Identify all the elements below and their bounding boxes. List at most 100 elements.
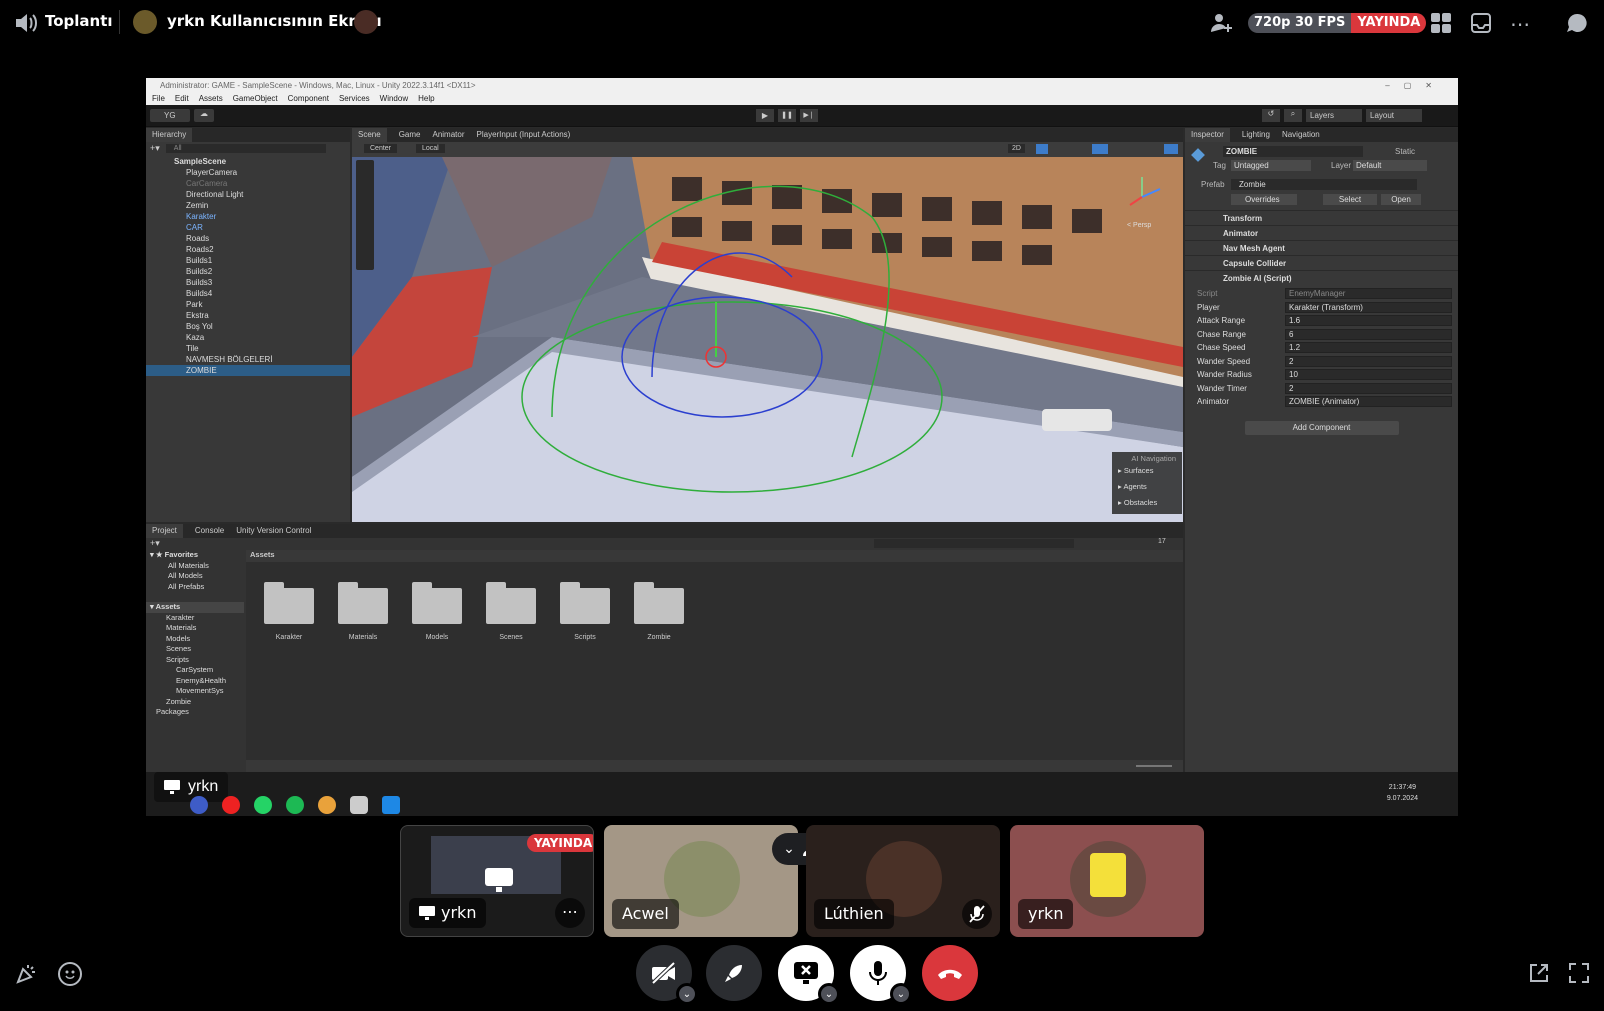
- tree-enemy-health[interactable]: Enemy&Health: [146, 676, 244, 687]
- space-dropdown[interactable]: Local: [416, 144, 445, 153]
- layer-dropdown[interactable]: Default: [1353, 160, 1427, 171]
- step-icon[interactable]: ▶❘: [800, 109, 818, 122]
- folder-icon[interactable]: [634, 582, 684, 624]
- ai-nav-agents[interactable]: ▸ Agents: [1118, 482, 1176, 491]
- tree-movementsys[interactable]: MovementSys: [146, 686, 244, 697]
- window-controls[interactable]: –▢✕: [1385, 78, 1446, 93]
- tree-carsystem[interactable]: CarSystem: [146, 665, 244, 676]
- figma-icon[interactable]: [318, 796, 336, 814]
- component-header[interactable]: Animator: [1185, 225, 1458, 240]
- component-header[interactable]: Transform: [1185, 210, 1458, 225]
- add-people-icon[interactable]: [1209, 12, 1233, 34]
- hierarchy-item[interactable]: PlayerCamera: [146, 167, 350, 178]
- menu-help[interactable]: Help: [418, 93, 434, 105]
- hierarchy-item[interactable]: Roads2: [146, 244, 350, 255]
- more-options-icon[interactable]: ⋯: [1510, 12, 1531, 36]
- scene-viewport[interactable]: [352, 157, 1183, 522]
- menu-window[interactable]: Window: [380, 93, 408, 105]
- component-header[interactable]: Capsule Collider: [1185, 255, 1458, 270]
- stop-share-button[interactable]: ⌄: [778, 945, 840, 1005]
- participant-tile-acwel[interactable]: Acwel: [604, 825, 798, 937]
- object-name-field[interactable]: ZOMBIE: [1223, 146, 1363, 157]
- fav-all-prefabs[interactable]: All Prefabs: [146, 582, 244, 593]
- play-icon[interactable]: ▶: [756, 109, 774, 122]
- persp-label[interactable]: < Persp: [1127, 222, 1151, 229]
- hierarchy-item[interactable]: Karakter: [146, 211, 350, 222]
- grid-layout-icon[interactable]: [1430, 12, 1452, 34]
- fullscreen-icon[interactable]: [1568, 962, 1590, 988]
- layers-dropdown[interactable]: Layers: [1306, 109, 1362, 122]
- field-value[interactable]: 1.2: [1285, 342, 1452, 354]
- participant-tile-yrkn[interactable]: yrkn: [1010, 825, 1204, 937]
- more-options-icon[interactable]: ⋯: [555, 898, 585, 928]
- tab-game[interactable]: Game: [399, 128, 421, 142]
- cloud-icon[interactable]: ☁: [194, 109, 214, 122]
- chat-icon[interactable]: [1566, 12, 1588, 34]
- ai-nav-surfaces[interactable]: ▸ Surfaces: [1118, 466, 1176, 475]
- field-value[interactable]: ZOMBIE (Animator): [1285, 396, 1452, 408]
- participant-tile-luthien[interactable]: Lúthien: [806, 825, 1000, 937]
- tab-animator[interactable]: Animator: [432, 128, 464, 142]
- prefab-field[interactable]: Zombie: [1231, 179, 1417, 190]
- folder-icon[interactable]: [412, 582, 462, 624]
- field-value[interactable]: 1.6: [1285, 315, 1452, 327]
- fav-all-models[interactable]: All Models: [146, 571, 244, 582]
- chevron-down-icon[interactable]: ⌄: [818, 983, 840, 1005]
- history-icon[interactable]: ↺: [1262, 109, 1280, 122]
- component-header[interactable]: Zombie AI (Script): [1185, 270, 1458, 285]
- tag-dropdown[interactable]: Untagged: [1231, 160, 1311, 171]
- tree-zombie[interactable]: Zombie: [146, 697, 244, 708]
- hierarchy-item[interactable]: CAR: [146, 222, 350, 233]
- popout-icon[interactable]: [1528, 962, 1550, 988]
- add-icon[interactable]: +▾: [150, 143, 160, 154]
- tab-lighting[interactable]: Lighting: [1242, 128, 1270, 142]
- chevron-down-icon[interactable]: ⌄: [676, 983, 698, 1005]
- pause-icon[interactable]: ❚❚: [778, 109, 796, 122]
- tab-hierarchy[interactable]: Hierarchy: [146, 128, 193, 142]
- lighting-toggle[interactable]: [1036, 144, 1048, 154]
- project-search[interactable]: [874, 539, 1074, 548]
- tab-console[interactable]: Console: [195, 524, 224, 538]
- hierarchy-item[interactable]: ZOMBIE: [146, 365, 350, 376]
- menu-services[interactable]: Services: [339, 93, 370, 105]
- tab-inspector[interactable]: Inspector: [1185, 128, 1230, 142]
- edge-icon[interactable]: [190, 796, 208, 814]
- assets-header[interactable]: ▾ Assets: [146, 602, 244, 613]
- disconnect-button[interactable]: [922, 945, 978, 1001]
- tab-navigation[interactable]: Navigation: [1282, 128, 1320, 142]
- ai-nav-obstacles[interactable]: ▸ Obstacles: [1118, 498, 1176, 507]
- mic-button[interactable]: ⌄: [850, 945, 912, 1005]
- gizmo-toggle[interactable]: [1092, 144, 1108, 154]
- hierarchy-item[interactable]: Builds1: [146, 255, 350, 266]
- vscode-icon[interactable]: [382, 796, 400, 814]
- select-button[interactable]: Select: [1323, 194, 1377, 205]
- tree-scenes[interactable]: Scenes: [146, 644, 244, 655]
- hierarchy-item[interactable]: Zemin: [146, 200, 350, 211]
- tree-models[interactable]: Models: [146, 634, 244, 645]
- field-value[interactable]: Karakter (Transform): [1285, 301, 1452, 313]
- menu-file[interactable]: File: [152, 93, 165, 105]
- hierarchy-item[interactable]: Boş Yol: [146, 321, 350, 332]
- create-icon[interactable]: +▾: [150, 538, 160, 549]
- folder-icon[interactable]: [264, 582, 314, 624]
- menu-assets[interactable]: Assets: [199, 93, 223, 105]
- participant-tile-stream[interactable]: YAYINDA yrkn ⋯: [400, 825, 594, 937]
- unity-icon[interactable]: [350, 796, 368, 814]
- folder-icon[interactable]: [338, 582, 388, 624]
- hierarchy-item[interactable]: NAVMESH BÖLGELERİ: [146, 354, 350, 365]
- speaker-icon[interactable]: [14, 12, 38, 34]
- menu-component[interactable]: Component: [288, 93, 329, 105]
- tree-scripts[interactable]: Scripts: [146, 655, 244, 666]
- tree-materials[interactable]: Materials: [146, 623, 244, 634]
- account-button[interactable]: YG: [150, 109, 190, 122]
- hierarchy-item[interactable]: Roads: [146, 233, 350, 244]
- taskbar-clock[interactable]: 21:37:49 9.07.2024: [1387, 782, 1418, 804]
- hierarchy-item[interactable]: Builds4: [146, 288, 350, 299]
- activity-button[interactable]: [706, 945, 762, 1001]
- static-toggle[interactable]: Static: [1395, 147, 1415, 156]
- field-value[interactable]: EnemyManager: [1285, 288, 1452, 300]
- hierarchy-item[interactable]: CarCamera: [146, 178, 350, 189]
- favorites-header[interactable]: ▾ ★ Favorites: [146, 550, 244, 561]
- open-button[interactable]: Open: [1381, 194, 1421, 205]
- hierarchy-search[interactable]: All: [165, 143, 326, 153]
